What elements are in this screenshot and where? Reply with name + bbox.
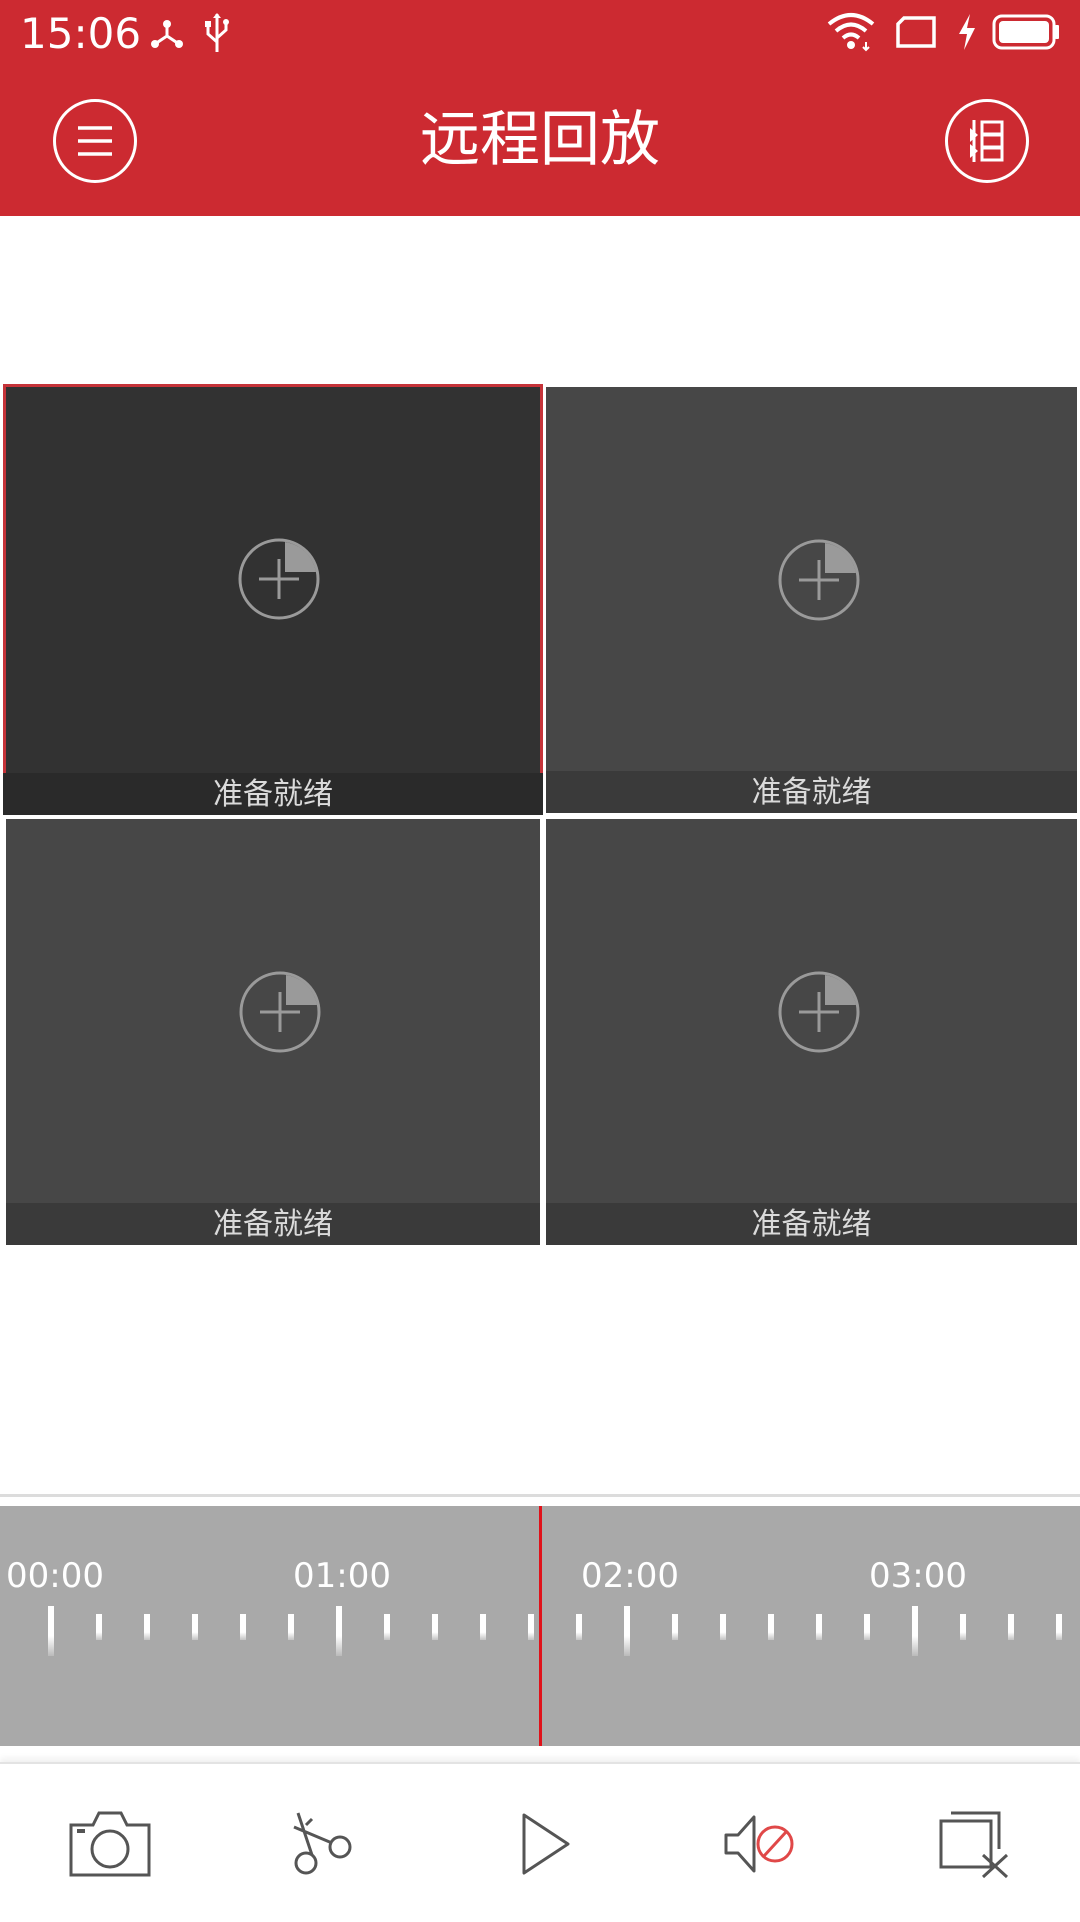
camera-icon xyxy=(69,1811,151,1877)
timeline-minor-tick xyxy=(144,1614,150,1640)
timeline-minor-tick xyxy=(672,1614,678,1640)
timeline-major-tick xyxy=(336,1606,342,1656)
play-button[interactable] xyxy=(494,1794,594,1894)
timeline-playhead[interactable] xyxy=(539,1506,542,1746)
timeline-label: 00:00 xyxy=(6,1556,104,1596)
sound-off-icon xyxy=(724,1815,794,1873)
video-tile-2[interactable]: 准备就绪 xyxy=(546,387,1077,813)
timeline-minor-tick xyxy=(720,1614,726,1640)
bottom-toolbar xyxy=(0,1762,1080,1922)
mute-button[interactable] xyxy=(710,1794,810,1894)
scissors-icon xyxy=(293,1812,352,1875)
timeline-minor-tick xyxy=(768,1614,774,1640)
add-camera-icon xyxy=(239,971,321,1053)
capture-button[interactable] xyxy=(60,1794,160,1894)
timeline-minor-tick xyxy=(528,1614,534,1640)
video-tile-3[interactable]: 准备就绪 xyxy=(6,819,540,1245)
timeline-minor-tick xyxy=(288,1614,294,1640)
timeline-label: 03:00 xyxy=(869,1556,967,1596)
timeline-label: 02:00 xyxy=(581,1556,679,1596)
timeline-major-tick xyxy=(48,1606,54,1656)
tile-status: 准备就绪 xyxy=(3,773,543,815)
timeline-minor-tick xyxy=(96,1614,102,1640)
timeline-major-tick xyxy=(912,1606,918,1656)
timeline-minor-tick xyxy=(960,1614,966,1640)
timeline-minor-tick xyxy=(816,1614,822,1640)
clip-button[interactable] xyxy=(273,1794,373,1894)
timeline-minor-tick xyxy=(864,1614,870,1640)
tile-status: 准备就绪 xyxy=(546,771,1077,813)
close-windows-icon xyxy=(939,1811,1009,1879)
add-camera-icon xyxy=(778,539,860,621)
timeline-label: 01:00 xyxy=(293,1556,391,1596)
timeline-minor-tick xyxy=(480,1614,486,1640)
usb-icon xyxy=(205,13,229,52)
sim-card-icon xyxy=(896,16,936,48)
timeline-minor-tick xyxy=(240,1614,246,1640)
channel-list-button[interactable] xyxy=(945,99,1029,183)
timeline-major-tick xyxy=(624,1606,630,1656)
video-tile-1[interactable]: 准备就绪 xyxy=(3,384,543,815)
page-title: 远程回放 xyxy=(420,105,660,175)
status-time: 15:06 xyxy=(20,9,142,58)
channel-list-icon xyxy=(970,120,1004,162)
timeline-minor-tick xyxy=(384,1614,390,1640)
charging-icon xyxy=(959,14,975,50)
tile-status: 准备就绪 xyxy=(546,1203,1077,1245)
close-all-button[interactable] xyxy=(925,1794,1025,1894)
share-icon xyxy=(151,20,183,48)
add-camera-icon xyxy=(238,538,320,620)
timeline-divider xyxy=(0,1494,1080,1497)
timeline-minor-tick xyxy=(192,1614,198,1640)
timeline-scrubber[interactable]: 00:00 01:00 02:00 03:00 xyxy=(0,1506,1080,1746)
top-bar: 15:06 远程回放 xyxy=(0,0,1080,216)
video-tile-4[interactable]: 准备就绪 xyxy=(546,819,1077,1245)
timeline-minor-tick xyxy=(432,1614,438,1640)
battery-icon xyxy=(992,14,1059,50)
add-camera-icon xyxy=(778,971,860,1053)
tile-status: 准备就绪 xyxy=(6,1203,540,1245)
wifi-icon xyxy=(827,13,875,52)
play-icon xyxy=(522,1813,570,1875)
timeline-minor-tick xyxy=(1008,1614,1014,1640)
timeline-minor-tick xyxy=(576,1614,582,1640)
timeline-minor-tick xyxy=(1056,1614,1062,1640)
